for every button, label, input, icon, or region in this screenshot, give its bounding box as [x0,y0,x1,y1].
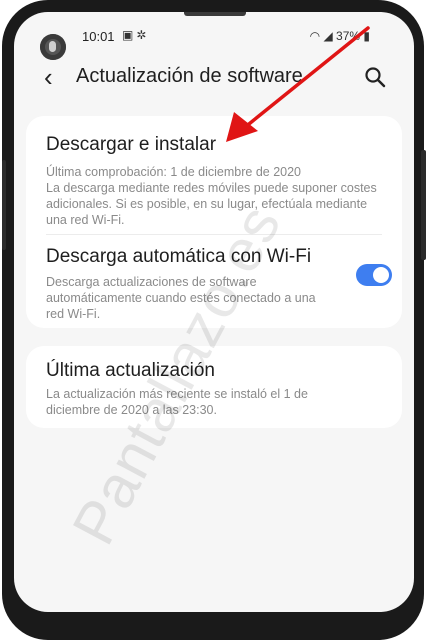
battery-icon: ▮ [363,29,370,43]
download-install-title: Descargar e instalar [46,134,217,155]
status-time: 10:01 [82,29,115,44]
image-icon: ▣ [122,28,137,42]
page-title: Actualización de software [76,65,303,87]
battery-level: 37% [336,29,361,43]
search-icon[interactable] [364,66,386,88]
back-button[interactable]: ‹ [44,64,53,90]
gear-icon: ✲ [136,28,150,42]
auto-download-toggle[interactable] [356,264,392,286]
signal-icon: ◢ [323,29,333,43]
download-install-subtitle: Última comprobación: 1 de diciembre de 2… [46,165,377,227]
speaker-grille [184,12,246,16]
status-bar: 10:01 ▣✲ ◠ ◢ 37% ▮ [14,26,414,50]
power-button [421,150,426,260]
title-bar: ‹ Actualización de software [14,62,414,102]
back-arrow-icon: ‹ [44,62,53,92]
notification-icons: ▣✲ [122,28,149,42]
toggle-knob [373,267,389,283]
wifi-icon: ◠ [309,29,321,43]
volume-button [2,160,6,250]
status-right: ◠ ◢ 37% ▮ [310,29,370,43]
